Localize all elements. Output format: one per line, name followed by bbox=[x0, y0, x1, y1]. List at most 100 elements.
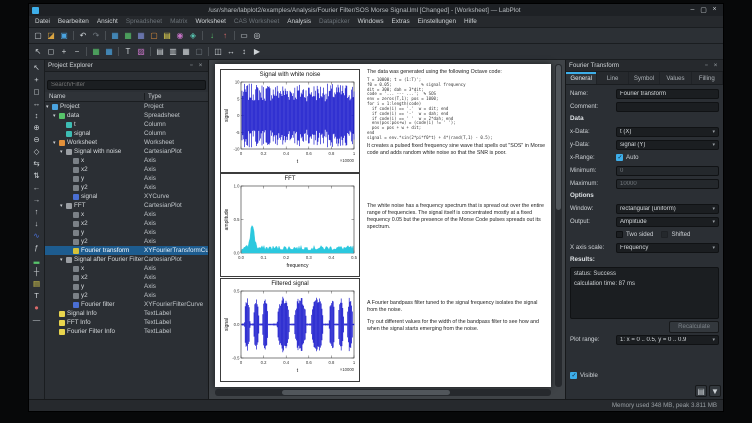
menu-item[interactable]: Hilfe bbox=[460, 18, 481, 25]
tree-row[interactable]: t Column bbox=[45, 120, 208, 129]
tree-row[interactable]: ▾ data Spreadsheet bbox=[45, 111, 208, 120]
new-note-icon[interactable]: ▤ bbox=[161, 30, 173, 42]
window-combo[interactable]: rectangular (uniform) ▾ bbox=[616, 204, 719, 214]
add-image-icon[interactable]: ▨ bbox=[135, 46, 147, 58]
load-template-icon[interactable]: ▤ bbox=[695, 385, 707, 397]
horizontal-scrollbar-thumb[interactable] bbox=[282, 390, 450, 395]
zoom-select-icon[interactable]: ◻ bbox=[45, 46, 57, 58]
shift-down-icon[interactable]: ↓ bbox=[31, 218, 43, 229]
tree-row[interactable]: x2 Axis bbox=[45, 165, 208, 174]
new-project-icon[interactable]: ▢ bbox=[32, 30, 44, 42]
horizontal-layout-icon[interactable]: ▥ bbox=[167, 46, 179, 58]
dock-tab[interactable]: Line bbox=[597, 72, 628, 84]
worksheet-view[interactable]: Signal with white noise 00.20.40.60.8110… bbox=[209, 60, 565, 399]
new-matrix-icon[interactable]: ▦ bbox=[135, 30, 147, 42]
visible-checkbox[interactable] bbox=[570, 372, 577, 379]
separator[interactable] bbox=[73, 31, 74, 40]
close-panel-icon[interactable]: × bbox=[196, 62, 205, 69]
tree-row[interactable]: x Axis bbox=[45, 210, 208, 219]
cursor-mode-icon[interactable]: ↖ bbox=[32, 46, 44, 58]
separator[interactable] bbox=[202, 31, 203, 40]
zoom-y-selection-icon[interactable]: ↕ bbox=[31, 110, 43, 121]
separator[interactable] bbox=[118, 47, 119, 56]
tree-row[interactable]: y Axis bbox=[45, 228, 208, 237]
save-template-icon[interactable]: ▼ bbox=[709, 385, 721, 397]
tree-row[interactable]: Fourier filter XYFourierFilterCurve bbox=[45, 300, 208, 309]
add-text-label-icon[interactable]: T bbox=[122, 46, 134, 58]
vertical-layout-icon[interactable]: ▤ bbox=[154, 46, 166, 58]
shift-right-icon[interactable]: → bbox=[31, 194, 43, 205]
open-project-icon[interactable]: ◪ bbox=[45, 30, 57, 42]
tree-row[interactable]: x Axis bbox=[45, 264, 208, 273]
zoom-out-icon[interactable]: ⊖ bbox=[31, 134, 43, 145]
menu-item[interactable]: Analysis bbox=[283, 18, 315, 25]
tree-row[interactable]: ▾ Worksheet Worksheet bbox=[45, 138, 208, 147]
two-sided-checkbox[interactable] bbox=[616, 231, 623, 238]
maximum-input[interactable] bbox=[616, 179, 719, 189]
dock-tab[interactable]: General bbox=[566, 72, 597, 84]
minimum-input[interactable] bbox=[616, 166, 719, 176]
name-input[interactable] bbox=[616, 89, 719, 99]
xscale-combo[interactable]: Frequency ▾ bbox=[616, 243, 719, 253]
plot-fft[interactable]: FFT 0.00.10.20.30.40.51.00.50.0frequency… bbox=[220, 173, 360, 277]
tree-row[interactable]: x2 Axis bbox=[45, 219, 208, 228]
plot-canvas[interactable]: 00.20.40.60.811050-5-10tsignal×10000 bbox=[221, 79, 359, 171]
menu-item[interactable]: Ansicht bbox=[93, 18, 122, 25]
tree-row[interactable]: y2 Axis bbox=[45, 183, 208, 192]
tree-row[interactable]: Fourier Filter Info TextLabel bbox=[45, 327, 208, 336]
auto-scale-icon[interactable]: ◇ bbox=[31, 146, 43, 157]
zoom-fit-page-icon[interactable]: ◫ bbox=[212, 46, 224, 58]
add-histogram-icon[interactable]: ▂ bbox=[31, 254, 43, 265]
new-datapicker-icon[interactable]: ◉ bbox=[174, 30, 186, 42]
tree-row[interactable]: y Axis bbox=[45, 174, 208, 183]
ydata-combo[interactable]: signal (Y) ▾ bbox=[616, 140, 719, 150]
menu-item[interactable]: Datapicker bbox=[315, 18, 354, 25]
output-combo[interactable]: Amplitude ▾ bbox=[616, 217, 719, 227]
shifted-checkbox[interactable] bbox=[661, 231, 668, 238]
zoom-x-selection-icon[interactable]: ↔ bbox=[31, 98, 43, 109]
new-worksheet-icon[interactable]: ▢ bbox=[148, 30, 160, 42]
minimize-button[interactable]: – bbox=[687, 6, 698, 14]
fft-info-text[interactable]: The white noise has a frequency spectrum… bbox=[367, 173, 546, 277]
zoom-in-icon[interactable]: + bbox=[58, 46, 70, 58]
tree-row[interactable]: y2 Axis bbox=[45, 237, 208, 246]
grid-layout-icon[interactable]: ▦ bbox=[180, 46, 192, 58]
shift-left-icon[interactable]: ← bbox=[31, 182, 43, 193]
tree-column-headers[interactable]: Name Type bbox=[45, 92, 208, 102]
menu-item[interactable]: Datei bbox=[31, 18, 54, 25]
tree-row[interactable]: ▾ Project Project bbox=[45, 102, 208, 111]
vertical-scrollbar[interactable] bbox=[555, 64, 562, 387]
add-equation-curve-icon[interactable]: ƒ bbox=[31, 242, 43, 253]
select-mode-icon[interactable]: ↖ bbox=[31, 62, 43, 73]
add-legend-icon[interactable]: ▤ bbox=[31, 278, 43, 289]
tree-row[interactable]: ▾ Signal after Fourier Filter CartesianP… bbox=[45, 255, 208, 264]
zoom-fit-height-icon[interactable]: ↕ bbox=[238, 46, 250, 58]
print-icon[interactable]: ▭ bbox=[238, 30, 250, 42]
tree-row[interactable]: ▾ Signal with noise CartesianPlot bbox=[45, 147, 208, 156]
new-workbook-icon[interactable]: ▦ bbox=[109, 30, 121, 42]
add-text-label-icon[interactable]: T bbox=[31, 290, 43, 301]
print-preview-icon[interactable]: ◎ bbox=[251, 30, 263, 42]
menu-item[interactable]: Bearbeiten bbox=[54, 18, 93, 25]
separator[interactable] bbox=[150, 47, 151, 56]
new-spreadsheet-icon[interactable]: ▦ bbox=[122, 30, 134, 42]
plot-filtered-signal[interactable]: Filtered signal 00.20.40.60.810.50.0-0.5… bbox=[220, 278, 360, 382]
title-bar[interactable]: /usr/share/labplot2/examples/Analysis/Fo… bbox=[29, 4, 723, 16]
auto-scale-x-icon[interactable]: ⇆ bbox=[31, 158, 43, 169]
maximize-button[interactable]: ▢ bbox=[698, 6, 709, 14]
tree-row[interactable]: Signal Info TextLabel bbox=[45, 309, 208, 318]
menu-item[interactable]: Windows bbox=[354, 18, 388, 25]
menu-item[interactable]: Einstellungen bbox=[414, 18, 460, 25]
menu-item[interactable]: Extras bbox=[388, 18, 414, 25]
tree-row[interactable]: signal Column bbox=[45, 129, 208, 138]
xdata-combo[interactable]: t (X) ▾ bbox=[616, 127, 719, 137]
menu-item[interactable]: Spreadsheet bbox=[122, 18, 166, 25]
comment-input[interactable] bbox=[616, 102, 719, 112]
column-header-name[interactable]: Name bbox=[45, 93, 144, 100]
float-dock-icon[interactable]: ▫ bbox=[702, 62, 711, 69]
add-plot-icon[interactable]: ▦ bbox=[90, 46, 102, 58]
tree-row[interactable]: Fourier transform XYFourierTransformCur.… bbox=[45, 246, 208, 255]
export-icon[interactable]: ↑ bbox=[219, 30, 231, 42]
close-dock-icon[interactable]: × bbox=[711, 62, 720, 69]
dock-tab[interactable]: Symbol bbox=[629, 72, 660, 84]
